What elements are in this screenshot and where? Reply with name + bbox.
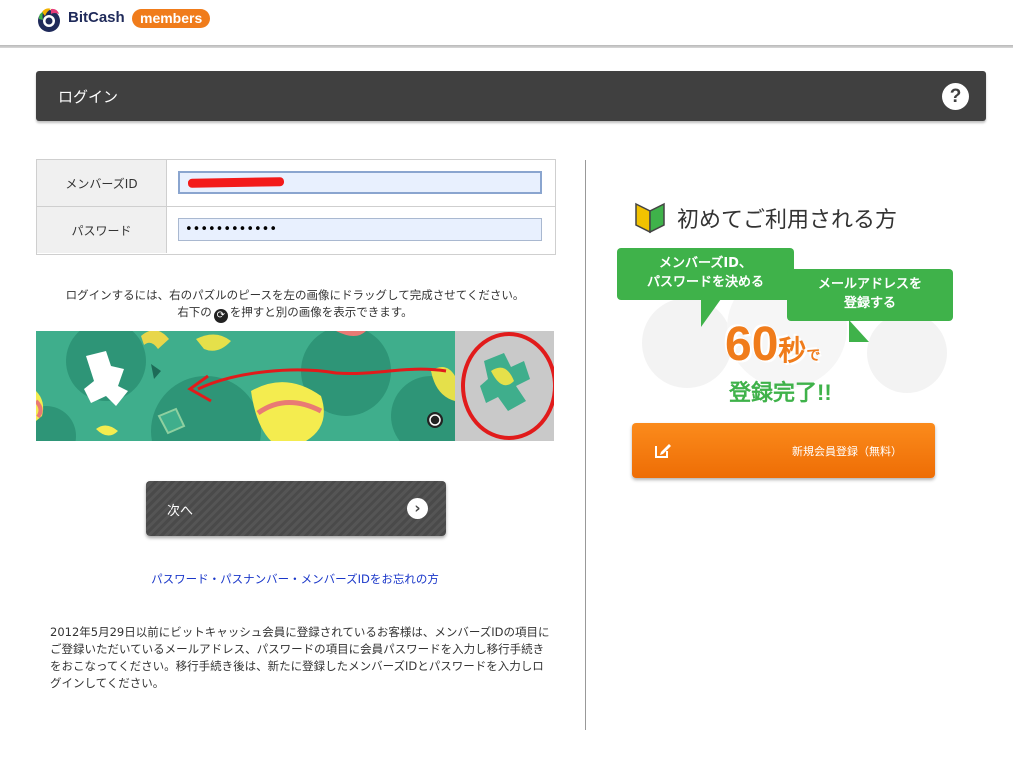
captcha-line-1: ログインするには、右のパズルのピースを左の画像にドラッグして完成させてください。 [65,288,525,302]
captcha-instructions: ログインするには、右のパズルのピースを左の画像にドラッグして完成させてください。… [36,287,554,323]
login-titlebar: ログイン ? [36,71,986,121]
registration-complete-text: 登録完了!! [729,380,832,405]
step1-line1: メンバーズID、 [659,256,752,271]
logo-text: BitCash [68,9,125,26]
bubble-tail-1 [701,299,721,327]
captcha-line-2-end: を押すと別の画像を表示できます。 [229,305,413,319]
register-button[interactable]: 新規会員登録（無料） [632,423,935,478]
forgot-credentials-link[interactable]: パスワード・パスナンバー・メンバーズIDをお忘れの方 [36,571,554,587]
password-row: パスワード [37,207,555,253]
seconds-de: で [806,347,821,363]
next-button[interactable]: 次へ › [146,481,446,536]
seconds-number: 60 [725,318,779,371]
step1-line2: パスワードを決める [646,275,764,290]
password-label: パスワード [37,207,167,253]
step2-line1: メールアドレスを [817,277,922,292]
column-divider [585,160,586,730]
bubble-tail-2 [849,320,869,342]
step-bubble-1: メンバーズID、 パスワードを決める [617,248,794,300]
captcha-line-2: 右下の ⟳ を押すと別の画像を表示できます。 [36,304,554,323]
member-id-row: メンバーズID [37,160,555,207]
first-time-label: 初めてご利用される方 [677,208,898,233]
edit-icon [655,444,671,458]
next-button-label: 次へ [167,504,194,519]
site-header: BitCash members [0,0,1013,45]
chevron-right-icon: › [407,498,428,519]
bitcash-logo-icon[interactable] [37,7,61,33]
seconds-unit: 秒 [778,335,807,366]
puzzle-captcha [36,331,554,441]
captcha-line-2-start: 右下の [177,305,212,319]
page-title: ログイン [58,88,119,106]
beginner-mark-icon [635,202,665,234]
puzzle-piece[interactable] [460,341,550,431]
step2-line2: 登録する [843,296,896,311]
help-icon[interactable]: ? [942,83,969,110]
register-button-label: 新規会員登録（無料） [792,445,902,458]
registration-promo: メンバーズID、 パスワードを決める メールアドレスを 登録する 60秒で 登録… [617,248,953,413]
password-input[interactable] [178,218,542,241]
migration-note: 2012年5月29日以前にビットキャッシュ会員に登録されているお客様は、メンバー… [50,625,550,690]
login-form: メンバーズID パスワード [36,159,556,255]
member-id-label: メンバーズID [37,160,167,206]
members-badge: members [132,9,211,28]
sixty-seconds-text: 60秒で [725,320,820,380]
redaction-mark [187,177,285,188]
step-bubble-2: メールアドレスを 登録する [787,269,953,321]
header-divider [0,45,1013,48]
refresh-icon: ⟳ [213,309,228,323]
